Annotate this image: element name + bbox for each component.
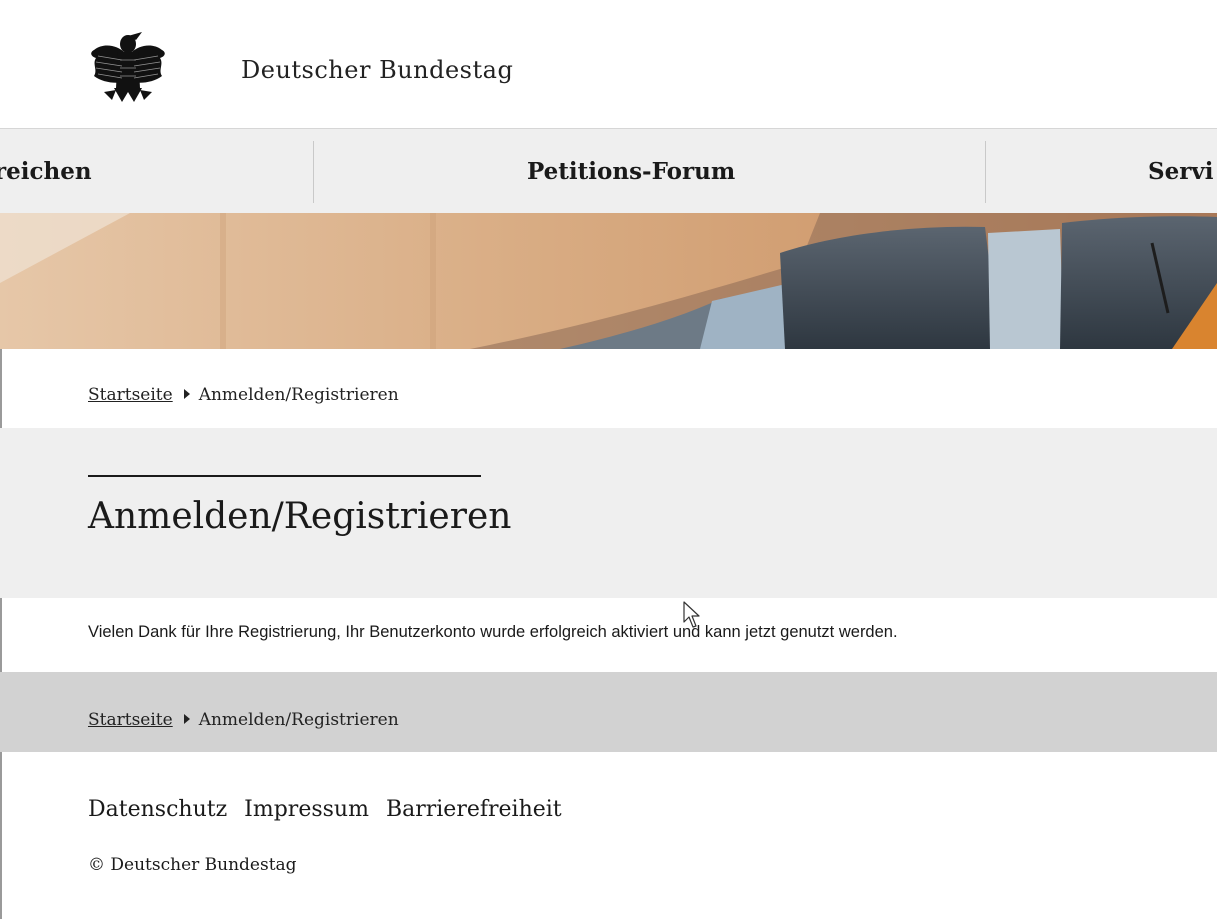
mouse-cursor-icon bbox=[683, 601, 700, 628]
federal-eagle-icon[interactable] bbox=[84, 30, 172, 106]
breadcrumb-top: Startseite Anmelden/Registrieren bbox=[88, 385, 399, 405]
main-navigation: reichen Petitions-Forum Servi bbox=[0, 129, 1217, 213]
site-header: Deutscher Bundestag bbox=[0, 0, 1217, 129]
breadcrumb-current: Anmelden/Registrieren bbox=[198, 385, 399, 405]
breadcrumb-current: Anmelden/Registrieren bbox=[198, 710, 399, 730]
nav-separator bbox=[985, 141, 986, 203]
copyright-notice: © Deutscher Bundestag bbox=[88, 855, 297, 875]
breadcrumb-arrow-icon bbox=[183, 389, 190, 399]
nav-separator bbox=[313, 141, 314, 203]
hero-banner-image bbox=[0, 213, 1217, 349]
footer-link-barrierefreiheit[interactable]: Barrierefreiheit bbox=[386, 797, 562, 822]
title-divider bbox=[88, 475, 481, 477]
nav-item-service[interactable]: Servi bbox=[1148, 129, 1213, 213]
nav-item-petitions-forum[interactable]: Petitions-Forum bbox=[527, 129, 735, 213]
page-title-section: Anmelden/Registrieren bbox=[0, 428, 1217, 598]
registration-success-message: Vielen Dank für Ihre Registrierung, Ihr … bbox=[88, 623, 898, 641]
footer-link-datenschutz[interactable]: Datenschutz bbox=[88, 797, 227, 822]
site-brand-name[interactable]: Deutscher Bundestag bbox=[241, 56, 513, 84]
page-title: Anmelden/Registrieren bbox=[88, 496, 512, 537]
breadcrumb-home-link[interactable]: Startseite bbox=[88, 385, 173, 405]
breadcrumb-bottom: Startseite Anmelden/Registrieren bbox=[88, 710, 399, 730]
footer-link-impressum[interactable]: Impressum bbox=[244, 797, 369, 822]
nav-item-einreichen[interactable]: reichen bbox=[0, 129, 92, 213]
breadcrumb-arrow-icon bbox=[183, 714, 190, 724]
breadcrumb-home-link[interactable]: Startseite bbox=[88, 710, 173, 730]
footer-links: Datenschutz Impressum Barrierefreiheit bbox=[88, 797, 579, 822]
plenary-chairs-image bbox=[0, 213, 1217, 349]
